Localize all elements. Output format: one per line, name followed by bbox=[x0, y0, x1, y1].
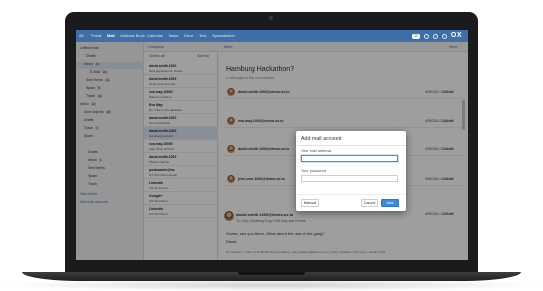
search-icon[interactable] bbox=[423, 33, 429, 39]
topbar-right: 30 OX bbox=[411, 32, 462, 40]
add-button[interactable]: Add bbox=[381, 199, 399, 207]
notification-badge[interactable]: 30 bbox=[411, 33, 420, 39]
app-topbar: All Portal Mail Address Book Calendar Ta… bbox=[76, 30, 468, 42]
ox-logo: OX bbox=[450, 32, 462, 39]
nav-text[interactable]: Text bbox=[199, 33, 206, 38]
dialog-divider bbox=[296, 145, 406, 146]
nav-address-book[interactable]: Address Book bbox=[120, 33, 145, 38]
dialog-footer-divider bbox=[296, 194, 406, 195]
cancel-button[interactable]: Cancel bbox=[361, 199, 378, 207]
modal-backdrop bbox=[76, 42, 468, 260]
password-label: Your password bbox=[301, 169, 326, 173]
address-label: Your mail address bbox=[301, 149, 332, 153]
dialog-title: Add mail account bbox=[301, 136, 342, 142]
nav-drive[interactable]: Drive bbox=[184, 33, 193, 38]
nav-mail[interactable]: Mail bbox=[107, 33, 115, 38]
add-mail-account-dialog: Add mail account Your mail address Your … bbox=[296, 131, 406, 211]
nav-portal[interactable]: Portal bbox=[91, 33, 101, 38]
manual-button[interactable]: Manual bbox=[301, 199, 319, 207]
nav-all[interactable]: All bbox=[79, 33, 83, 38]
nav-calendar[interactable]: Calendar bbox=[147, 33, 163, 38]
nav-tasks[interactable]: Tasks bbox=[168, 33, 178, 38]
refresh-icon[interactable] bbox=[432, 33, 438, 39]
mail-address-input[interactable] bbox=[301, 155, 398, 162]
settings-icon[interactable] bbox=[441, 33, 447, 39]
password-input[interactable] bbox=[301, 175, 398, 182]
nav-spreadsheet[interactable]: Spreadsheet bbox=[212, 33, 235, 38]
webcam bbox=[269, 16, 273, 20]
laptop-hinge-notch bbox=[238, 272, 305, 275]
laptop-screen: All Portal Mail Address Book Calendar Ta… bbox=[76, 30, 468, 260]
